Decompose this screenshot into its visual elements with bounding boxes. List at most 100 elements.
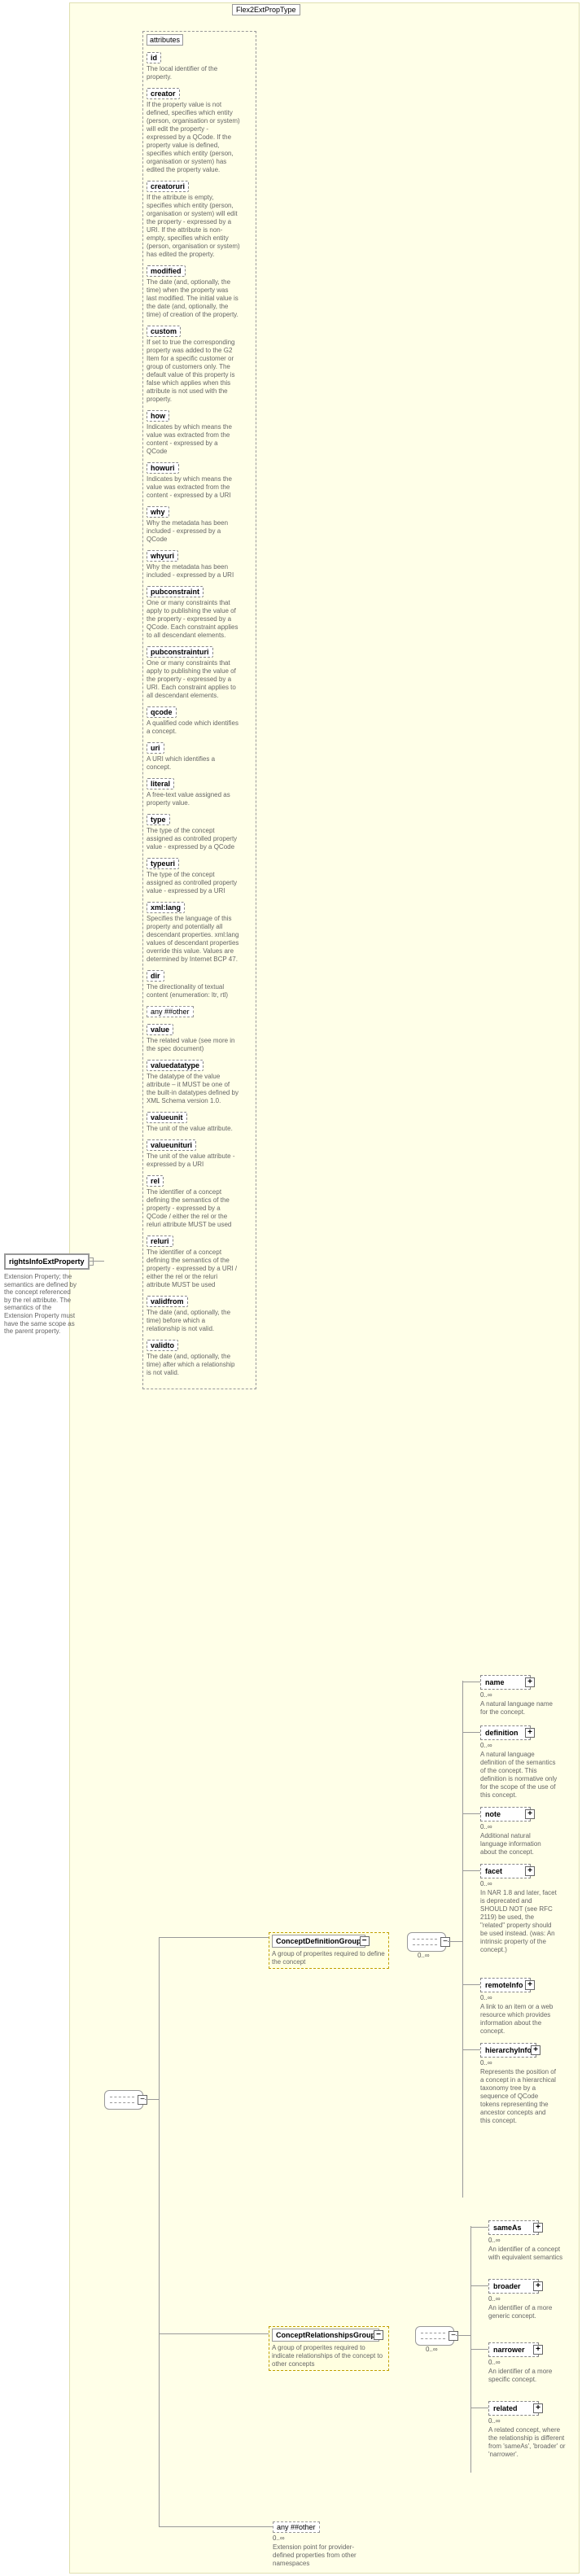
root-element-box[interactable]: rightsInfoExtProperty [4,1253,90,1270]
element-box[interactable]: definition+ [480,1725,531,1740]
attribute-type: type The type of the concept assigned as … [147,814,252,851]
attribute-name[interactable]: any ##other [147,1006,194,1017]
attribute-validfrom: validfromThe date (and, optionally, the … [147,1296,252,1333]
attribute-name[interactable]: pubconstraint [147,586,203,597]
element-box[interactable]: broader+ [488,2279,539,2294]
plus-icon[interactable]: + [525,1677,535,1687]
plus-icon[interactable]: + [533,2403,543,2413]
attribute-name[interactable]: valueunit [147,1112,187,1123]
attribute-name[interactable]: id [147,52,161,63]
plus-icon[interactable]: + [533,2223,543,2233]
attribute-name[interactable]: literal [147,778,174,789]
plus-icon[interactable]: + [525,1809,535,1819]
element-desc: An identifier of a concept with equivale… [488,2246,566,2262]
connector [462,2049,480,2050]
cardinality: 0..∞ [488,2417,566,2425]
toggle-icon[interactable]: − [440,1937,450,1947]
element-narrower: narrower+0..∞An identifier of a more spe… [488,2342,566,2384]
attribute-desc: The identifier of a concept defining the… [147,1188,240,1229]
plus-icon[interactable]: + [533,2281,543,2291]
attribute-id: idThe local identifier of the property. [147,52,252,81]
plus-icon[interactable]: + [533,2345,543,2355]
plus-icon[interactable]: + [525,1980,535,1990]
attribute-name[interactable]: value [147,1024,173,1035]
attribute-name[interactable]: dir [147,970,164,982]
attribute-whyuri: whyuriWhy the metadata has been included… [147,550,252,579]
attribute-desc: The type of the concept assigned as cont… [147,871,240,895]
attribute-name[interactable]: validto [147,1340,178,1351]
attribute-valueunituri: valueunituriThe unit of the value attrib… [147,1139,252,1169]
attribute-desc: The directionality of textual content (e… [147,983,240,999]
connector [145,2099,159,2100]
minus-icon[interactable]: − [374,2330,383,2340]
attribute-name[interactable]: xml:lang [147,902,185,913]
plus-icon[interactable]: + [531,2045,540,2055]
attribute-name[interactable]: modified [147,265,186,277]
attribute-desc: A qualified code which identifies a conc… [147,719,240,736]
element-remoteinfo: remoteInfo+0..∞A link to an item or a we… [480,1978,558,2036]
connector [159,2333,269,2334]
attribute-custom: customIf set to true the corresponding p… [147,326,252,404]
element-hierarchyinfo: hierarchyInfo+0..∞ Represents the positio… [480,2043,558,2125]
attribute-name[interactable]: how [147,410,169,422]
toggle-icon[interactable]: − [449,2331,458,2341]
attribute-creator: creatorIf the property value is not defi… [147,88,252,174]
element-box[interactable]: hierarchyInfo+ [480,2043,536,2058]
plus-icon[interactable]: + [525,1728,535,1738]
element-box[interactable]: sameAs+ [488,2220,539,2235]
attribute-name[interactable]: validfrom [147,1296,188,1307]
attribute-name[interactable]: qcode [147,706,177,718]
element-note: note+0..∞Additional natural language inf… [480,1807,558,1857]
element-name: name+0..∞A natural language name for the… [480,1675,558,1717]
attribute-valuedatatype: valuedatatypeThe datatype of the value a… [147,1060,252,1105]
attribute-name[interactable]: uri [147,742,164,754]
element-definition: definition+0..∞A natural language defini… [480,1725,558,1800]
sequence-def[interactable]: − [407,1932,446,1952]
attribute-modified: modifiedThe date (and, optionally, the t… [147,265,252,319]
element-box[interactable]: narrower+ [488,2342,539,2357]
attribute-name[interactable]: reluri [147,1236,173,1247]
any-other-box[interactable]: any ##other [273,2521,320,2533]
sequence-main[interactable]: − [104,2090,143,2110]
attribute-name[interactable]: whyuri [147,550,178,562]
toggle-icon[interactable]: − [138,2095,147,2105]
attribute-desc: Specifies the language of this property … [147,915,240,964]
attribute-howuri: howuriIndicates by which means the value… [147,462,252,500]
group-concept-relationships-desc: A group of properites required to indica… [272,2344,386,2368]
element-box[interactable]: name+ [480,1675,531,1690]
attribute-name[interactable]: valuedatatype [147,1060,203,1071]
attribute-literal: literal A free-text value assigned as pro… [147,778,252,807]
plus-icon[interactable]: + [525,1866,535,1876]
attribute-desc: A free-text value assigned as property v… [147,791,240,807]
element-box[interactable]: note+ [480,1807,531,1822]
attribute-name[interactable]: howuri [147,462,179,474]
attribute-name[interactable]: typeuri [147,858,179,869]
group-concept-definition-box[interactable]: ConceptDefinitionGroup − [272,1935,365,1948]
element-box[interactable]: remoteInfo+ [480,1978,531,1992]
attribute-desc: The unit of the value attribute - expres… [147,1152,240,1169]
element-related: related+0..∞A related concept, where the… [488,2401,566,2459]
attribute-name[interactable]: why [147,506,169,518]
type-name: Flex2ExtPropType [236,6,296,14]
attribute-pubconstraint: pubconstraintOne or many constraints tha… [147,586,252,640]
attribute-desc: The type of the concept assigned as cont… [147,827,240,851]
attribute-dir: dirThe directionality of textual content… [147,970,252,999]
minus-icon[interactable]: − [360,1936,370,1946]
attribute-name[interactable]: valueunituri [147,1139,196,1151]
connector [462,1681,463,2198]
element-desc: Represents the position of a concept in … [480,2068,558,2125]
sequence-rel[interactable]: − [415,2326,454,2346]
element-box[interactable]: related+ [488,2401,539,2416]
attribute-name[interactable]: custom [147,326,181,337]
attribute-name[interactable]: rel [147,1175,164,1187]
attribute-name[interactable]: creatoruri [147,181,189,192]
connector [462,1813,480,1814]
attribute-name[interactable]: type [147,814,170,825]
element-desc: An identifier of a more specific concept… [488,2368,566,2384]
attribute-name[interactable]: creator [147,88,180,99]
cardinality: 0..∞ [480,2059,558,2066]
group-concept-relationships-box[interactable]: ConceptRelationshipsGroup − [272,2329,379,2342]
element-box[interactable]: facet+ [480,1864,531,1878]
attribute-value: valueThe related value (see more in the … [147,1024,252,1053]
attribute-name[interactable]: pubconstrainturi [147,646,213,658]
